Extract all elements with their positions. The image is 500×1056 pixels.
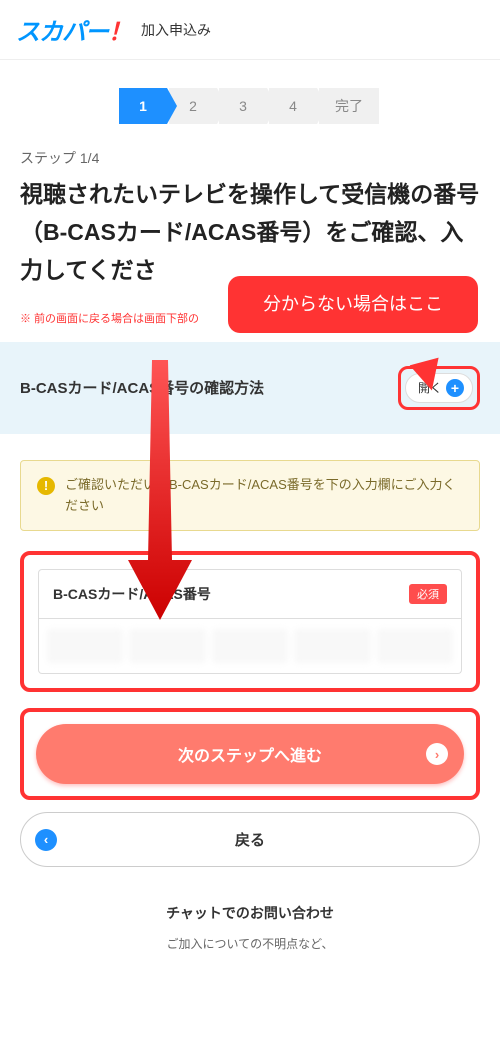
step-complete: 完了	[319, 88, 379, 124]
card-number-field-4[interactable]	[294, 629, 370, 663]
chat-support-section: チャットでのお問い合わせ ご加入についての不明点など、	[0, 903, 500, 974]
chat-support-text: ご加入についての不明点など、	[20, 935, 480, 954]
card-number-field-2[interactable]	[129, 629, 205, 663]
step-indicator: ステップ 1/4	[20, 148, 480, 168]
logo-text: スカパー	[16, 19, 108, 46]
step-1: 1	[119, 88, 167, 124]
back-button[interactable]: ‹ 戻る	[20, 812, 480, 867]
card-number-field-5[interactable]	[377, 629, 453, 663]
input-row	[38, 619, 462, 674]
annotation-highlight-input: B-CASカード/ACAS番号 必須	[20, 551, 480, 692]
progress-stepper: 1 2 3 4 完了	[0, 88, 500, 124]
annotation-callout: 分からない場合はここ	[228, 276, 478, 333]
input-label: B-CASカード/ACAS番号	[53, 584, 211, 604]
header: スカパー！ 加入申込み	[0, 0, 500, 60]
logo: スカパー！	[16, 12, 131, 47]
annotation-highlight-next: 次のステップへ進む ›	[20, 708, 480, 800]
plus-icon: +	[446, 379, 464, 397]
alert-icon: !	[37, 477, 55, 495]
chevron-right-icon: ›	[426, 743, 448, 765]
required-badge: 必須	[409, 584, 447, 604]
chevron-left-icon: ‹	[35, 829, 57, 851]
card-number-field-1[interactable]	[47, 629, 123, 663]
logo-exclaim: ！	[108, 19, 131, 46]
page-title: 視聴されたいテレビを操作して受信機の番号（B-CASカード/ACAS番号）をご確…	[20, 176, 480, 290]
back-button-label: 戻る	[235, 829, 265, 850]
card-number-field-3[interactable]	[212, 629, 288, 663]
info-banner-text: ご確認いただいたB-CASカード/ACAS番号を下の入力欄にご入力ください	[65, 475, 463, 517]
help-accordion-title: B-CASカード/ACAS番号の確認方法	[20, 377, 264, 398]
input-header: B-CASカード/ACAS番号 必須	[38, 569, 462, 619]
next-step-button[interactable]: 次のステップへ進む ›	[36, 724, 464, 784]
info-banner: ! ご確認いただいたB-CASカード/ACAS番号を下の入力欄にご入力ください	[20, 460, 480, 532]
chat-support-title: チャットでのお問い合わせ	[20, 903, 480, 923]
next-button-label: 次のステップへ進む	[178, 742, 322, 766]
header-title: 加入申込み	[141, 20, 211, 40]
